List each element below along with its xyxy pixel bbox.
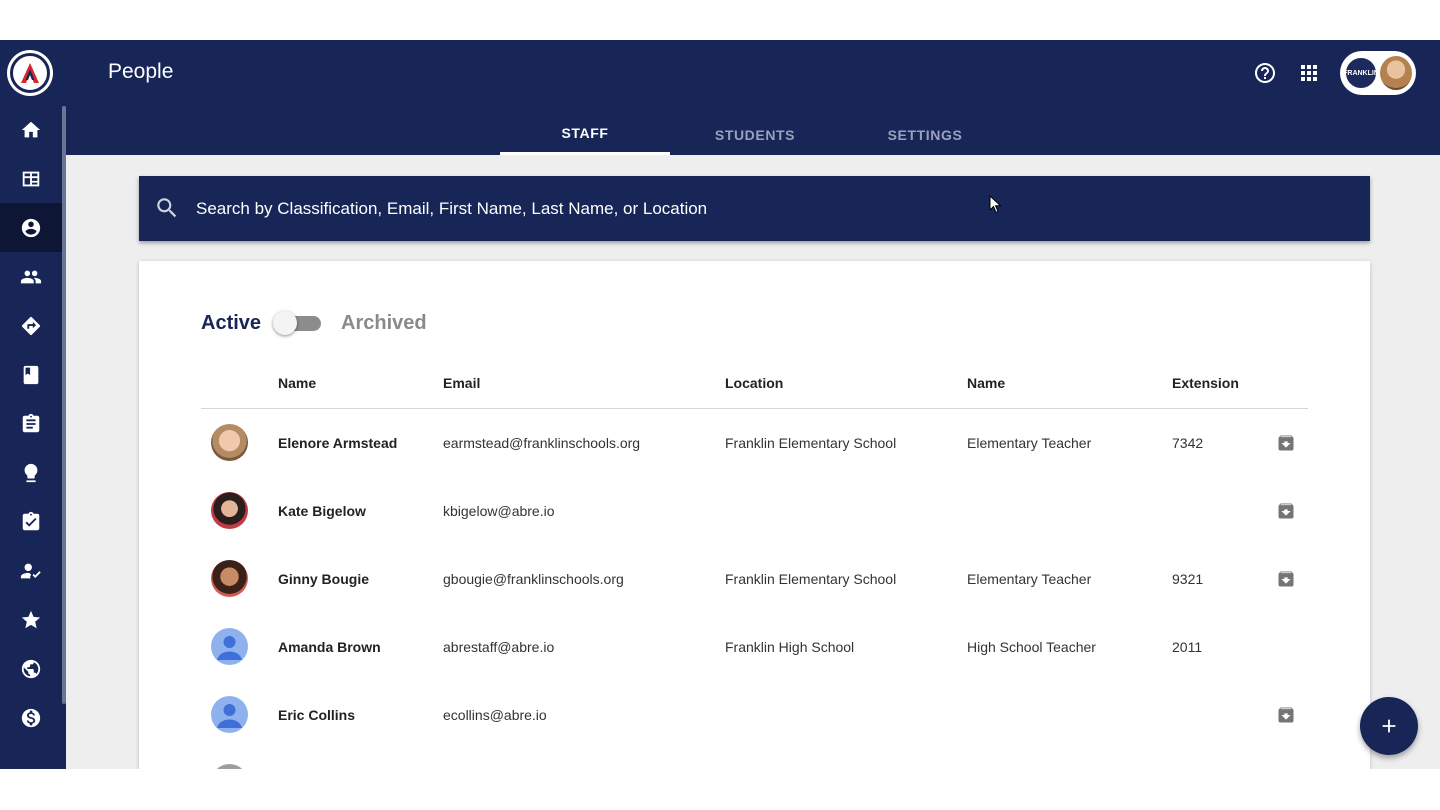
active-label: Active	[201, 311, 262, 334]
staff-email: earmstead@franklinschools.org	[443, 435, 641, 451]
district-logo: FRANKLIN	[1343, 56, 1379, 90]
staff-location: Franklin Elementary School	[725, 571, 897, 587]
header-email[interactable]: Email	[443, 375, 480, 391]
sidebar-item-attendance[interactable]	[0, 546, 62, 595]
add-icon	[1382, 719, 1396, 733]
staff-title: Elementary Teacher	[967, 435, 1092, 451]
assignment-check-icon	[22, 511, 40, 530]
staff-location: Franklin High School	[725, 639, 855, 655]
search-input[interactable]	[196, 176, 1346, 241]
sidebar-item-directions[interactable]	[0, 301, 62, 350]
dollar-icon	[21, 708, 41, 727]
table-row[interactable]: Ginny Bougie gbougie@franklinschools.org…	[201, 545, 1308, 613]
book-icon	[23, 365, 39, 384]
toggle-thumb	[273, 311, 298, 335]
sidebar-item-payments[interactable]	[0, 693, 62, 742]
search-bar	[139, 176, 1370, 241]
sidebar-item-favorites[interactable]	[0, 595, 62, 644]
staff-name[interactable]: Eric Collins	[278, 707, 355, 723]
staff-location: Franklin Elementary School	[725, 435, 897, 451]
sidebar	[0, 40, 66, 769]
table-row[interactable]: Kate Bigelow kbigelow@abre.io	[201, 477, 1308, 545]
assignment-icon	[22, 413, 40, 432]
header-title[interactable]: Name	[967, 375, 1005, 391]
avatar	[211, 560, 248, 597]
staff-list-card: Active Archived Name Email Location Name…	[139, 261, 1370, 769]
staff-name[interactable]: Amanda Brown	[278, 639, 381, 655]
staff-title: High School Teacher	[967, 639, 1096, 655]
sidebar-item-books[interactable]	[0, 350, 62, 399]
staff-title: Elementary Teacher	[967, 571, 1092, 587]
directions-icon	[21, 316, 41, 335]
sidebar-scrollbar[interactable]	[62, 106, 66, 704]
archive-icon[interactable]	[1276, 501, 1296, 521]
avatar	[211, 764, 248, 769]
header-location[interactable]: Location	[725, 375, 783, 391]
staff-extension: 7342	[1172, 435, 1204, 451]
add-person-button[interactable]	[1360, 697, 1418, 755]
archived-toggle[interactable]	[273, 311, 322, 335]
apps-grid-icon[interactable]	[1296, 60, 1322, 86]
tab-students[interactable]: STUDENTS	[670, 114, 840, 155]
table-header: Name Email Location Name Extension	[201, 369, 1308, 409]
staff-name[interactable]: Ginny Bougie	[278, 571, 369, 587]
table-row[interactable]: Amanda Brown abrestaff@abre.io Franklin …	[201, 613, 1308, 681]
sidebar-item-groups[interactable]	[0, 252, 62, 301]
header-extension[interactable]: Extension	[1172, 375, 1239, 391]
sidebar-item-ideas[interactable]	[0, 448, 62, 497]
header-name[interactable]: Name	[278, 375, 316, 391]
staff-email: gbougie@franklinschools.org	[443, 571, 624, 587]
archive-icon[interactable]	[1276, 705, 1296, 725]
staff-name[interactable]: Elenore Armstead	[278, 435, 397, 451]
globe-icon	[21, 659, 41, 678]
sidebar-item-people[interactable]	[0, 203, 62, 252]
sidebar-item-tasks[interactable]	[0, 497, 62, 546]
tab-bar: STAFF STUDENTS SETTINGS	[500, 114, 1010, 155]
page-title: People	[108, 60, 174, 83]
person-check-icon	[20, 563, 41, 578]
lightbulb-icon	[24, 463, 38, 482]
avatar	[211, 492, 248, 529]
staff-email: abrestaff@abre.io	[443, 639, 555, 655]
avatar	[211, 424, 248, 461]
staff-extension: 2011	[1172, 639, 1203, 655]
archive-icon[interactable]	[1276, 433, 1296, 453]
star-icon	[21, 610, 41, 628]
people-icon	[20, 270, 42, 283]
top-app-bar: People FRANKLIN STAFF STUDENTS SETTINGS	[0, 40, 1440, 155]
table-row[interactable]	[201, 749, 1308, 769]
home-icon	[21, 121, 41, 137]
table-row[interactable]: Elenore Armstead earmstead@franklinschoo…	[201, 409, 1308, 477]
tab-staff[interactable]: STAFF	[500, 114, 670, 155]
staff-email: kbigelow@abre.io	[443, 503, 555, 519]
sidebar-item-dashboard[interactable]	[0, 154, 62, 203]
app-frame: People FRANKLIN STAFF STUDENTS SETTINGS	[0, 40, 1440, 769]
user-avatar	[1380, 56, 1412, 90]
help-icon[interactable]	[1252, 60, 1278, 86]
archived-label: Archived	[341, 311, 427, 334]
sidebar-item-assignments[interactable]	[0, 399, 62, 448]
sidebar-item-home[interactable]	[0, 105, 62, 154]
avatar-placeholder-icon	[211, 628, 248, 665]
dashboard-icon	[22, 171, 40, 186]
archive-icon[interactable]	[1276, 569, 1296, 589]
search-icon	[154, 195, 180, 226]
account-switcher[interactable]: FRANKLIN	[1340, 51, 1416, 95]
staff-email: ecollins@abre.io	[443, 707, 547, 723]
avatar-placeholder-icon	[211, 696, 248, 733]
mouse-cursor-icon	[989, 195, 1002, 214]
tab-settings[interactable]: SETTINGS	[840, 114, 1010, 155]
archive-filter: Active Archived	[201, 311, 427, 335]
abre-logo[interactable]	[7, 50, 53, 96]
staff-extension: 9321	[1172, 571, 1204, 587]
sidebar-item-web[interactable]	[0, 644, 62, 693]
staff-name[interactable]: Kate Bigelow	[278, 503, 366, 519]
top-actions: FRANKLIN	[1252, 51, 1416, 95]
table-row[interactable]: Eric Collins ecollins@abre.io	[201, 681, 1308, 749]
account-circle-icon	[21, 218, 41, 237]
